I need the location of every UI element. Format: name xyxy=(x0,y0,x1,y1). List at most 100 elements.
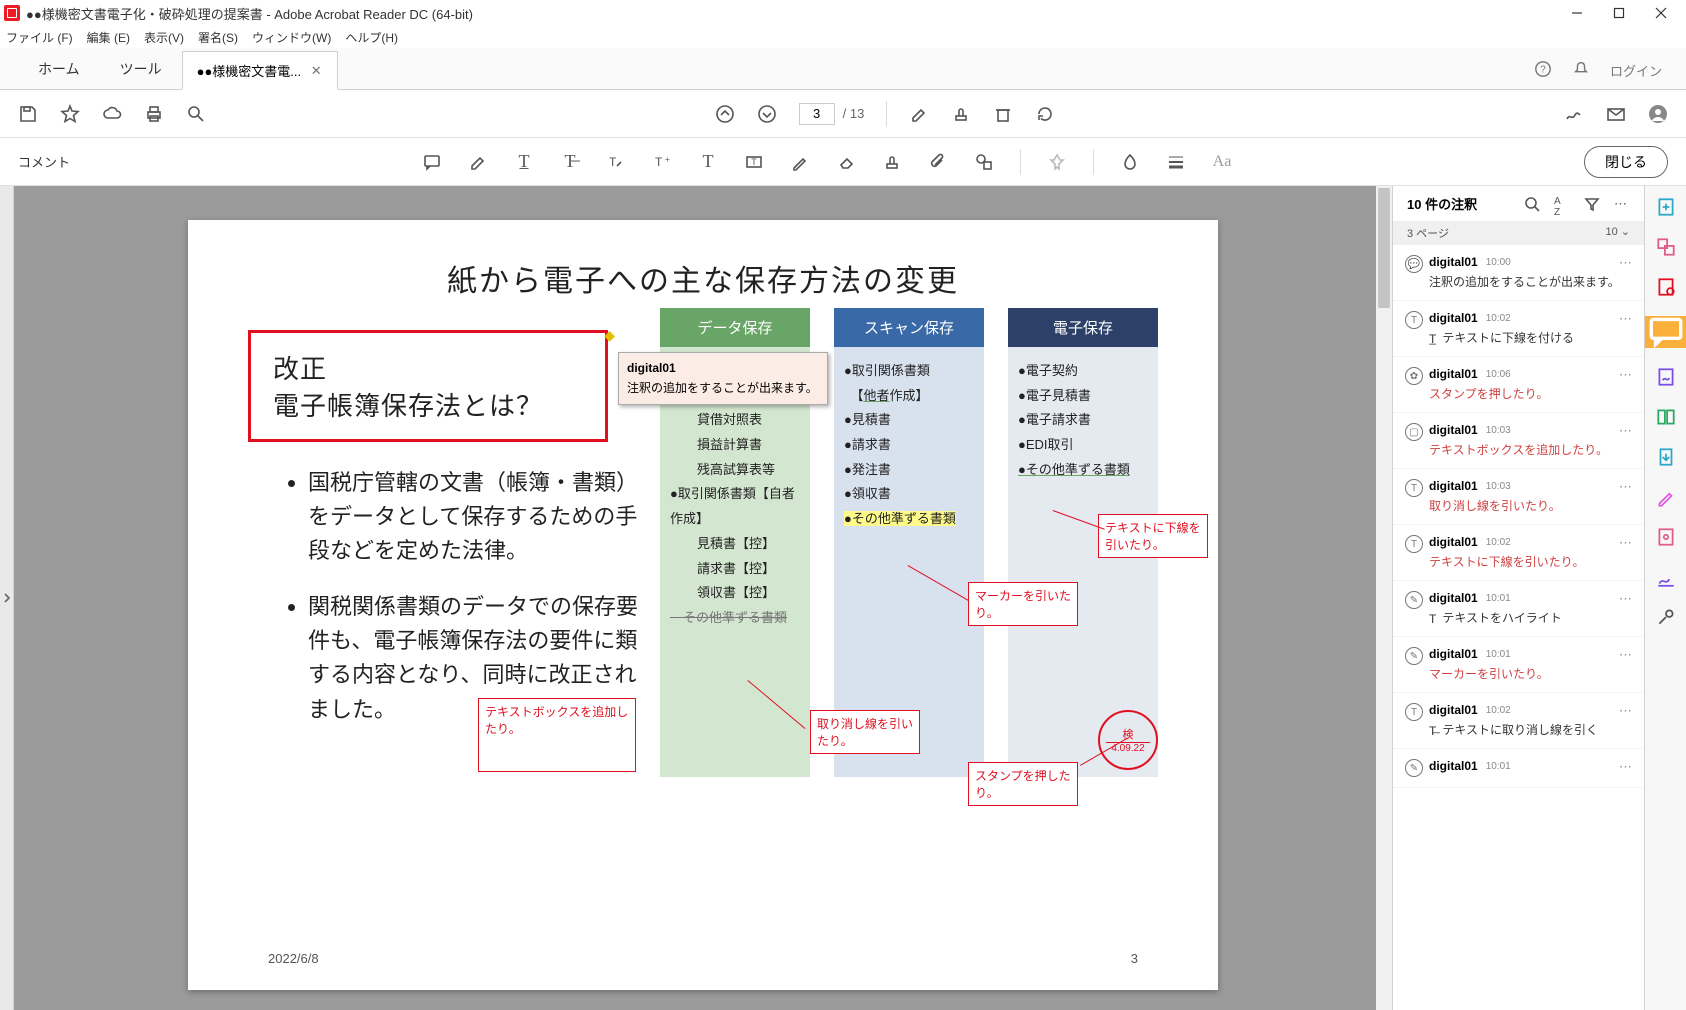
highlight-annotation[interactable]: ●その他準ずる書類 xyxy=(844,511,956,526)
comment-more-icon[interactable]: ⋯ xyxy=(1619,311,1632,327)
sort-icon[interactable]: AZ xyxy=(1554,196,1570,212)
print-icon[interactable] xyxy=(144,104,164,124)
insert-text-icon[interactable]: T+ xyxy=(652,152,672,172)
comment-more-icon[interactable]: ⋯ xyxy=(1619,479,1632,495)
underline-tool-icon[interactable]: T̲ xyxy=(514,152,534,172)
strike-tool-icon[interactable]: T̶ xyxy=(560,152,580,172)
comment-more-icon[interactable]: ⋯ xyxy=(1619,591,1632,607)
stamp-tool-icon[interactable] xyxy=(882,152,902,172)
comment-item[interactable]: 💬digital0110:00⋯注釈の追加をすることが出来ます。 xyxy=(1393,245,1644,301)
comment-item[interactable]: Tdigital0110:03⋯取り消し線を引いたり。 xyxy=(1393,469,1644,525)
ann-textbox[interactable]: テキストボックスを追加したり。 xyxy=(478,698,636,772)
close-comment-button[interactable]: 閉じる xyxy=(1584,146,1668,178)
comment-more-icon[interactable]: ⋯ xyxy=(1619,423,1632,439)
page-down-icon[interactable] xyxy=(757,104,777,124)
ann-stamp[interactable]: スタンプを押したり。 xyxy=(968,762,1078,806)
maximize-button[interactable] xyxy=(1598,0,1640,26)
rotate-icon[interactable] xyxy=(1035,104,1055,124)
text-tool-icon[interactable]: T xyxy=(698,152,718,172)
mail-icon[interactable] xyxy=(1606,104,1626,124)
close-button[interactable] xyxy=(1640,0,1682,26)
textbox-annotation-main[interactable]: 改正 電子帳簿保存法とは？ ◆ xyxy=(248,330,608,442)
underline-annotation[interactable]: 他者 xyxy=(864,388,890,403)
menu-item[interactable]: 編集 (E) xyxy=(87,29,130,46)
combine-icon[interactable] xyxy=(1655,236,1677,258)
comment-more-icon[interactable]: ⋯ xyxy=(1619,535,1632,551)
note-icon[interactable] xyxy=(422,152,442,172)
account-icon[interactable] xyxy=(1648,104,1668,124)
tab-home[interactable]: ホーム xyxy=(18,49,100,89)
comment-more-icon[interactable]: ⋯ xyxy=(1619,703,1632,719)
help-icon[interactable]: ? xyxy=(1534,60,1552,81)
comment-item[interactable]: Tdigital0110:02⋯T̶テキストに取り消し線を引く xyxy=(1393,693,1644,749)
highlight-tool-icon[interactable] xyxy=(468,152,488,172)
lineweight-icon[interactable] xyxy=(1166,152,1186,172)
comment-item[interactable]: Tdigital0110:02⋯テキストに下線を引いたり。 xyxy=(1393,525,1644,581)
sticky-note-popup[interactable]: digital01 注釈の追加をすることが出来ます。 xyxy=(618,352,828,405)
minimize-button[interactable] xyxy=(1556,0,1598,26)
create-pdf-icon[interactable] xyxy=(1655,196,1677,218)
protect-icon[interactable] xyxy=(1655,526,1677,548)
ann-marker[interactable]: マーカーを引いたり。 xyxy=(968,582,1078,626)
comment-more-icon[interactable]: ⋯ xyxy=(1619,647,1632,663)
comment-item[interactable]: ✎digital0110:01⋯ xyxy=(1393,749,1644,788)
delete-icon[interactable] xyxy=(993,104,1013,124)
edit-pdf-icon[interactable] xyxy=(1655,276,1677,298)
more-icon[interactable]: ⋯ xyxy=(1614,196,1630,212)
document-viewer[interactable]: 紙から電子への主な保存方法の変更 改正 電子帳簿保存法とは？ ◆ 国税庁管轄の文… xyxy=(14,186,1392,1010)
menu-item[interactable]: 署名(S) xyxy=(198,29,238,46)
login-link[interactable]: ログイン xyxy=(1610,61,1662,80)
viewer-scrollbar[interactable] xyxy=(1376,186,1392,1010)
font-icon[interactable]: Aa xyxy=(1212,152,1232,172)
bell-icon[interactable] xyxy=(1572,60,1590,81)
page-input[interactable] xyxy=(799,103,835,125)
comment-more-icon[interactable]: ⋯ xyxy=(1619,255,1632,271)
ann-strike[interactable]: 取り消し線を引いたり。 xyxy=(810,710,920,754)
sign-icon[interactable] xyxy=(1564,104,1584,124)
note-marker-icon[interactable]: ◆ xyxy=(604,327,615,344)
replace-text-icon[interactable]: T xyxy=(606,152,626,172)
comment-tool-icon[interactable] xyxy=(1645,316,1686,348)
ann-underline[interactable]: テキストに下線を引いたり。 xyxy=(1098,514,1208,558)
textbox-tool-icon[interactable]: T xyxy=(744,152,764,172)
menu-item[interactable]: 表示(V) xyxy=(144,29,184,46)
comments-list[interactable]: 💬digital0110:00⋯注釈の追加をすることが出来ます。Tdigital… xyxy=(1393,245,1644,1010)
star-icon[interactable] xyxy=(60,104,80,124)
stamp-annotation[interactable]: 検 4.09.22 xyxy=(1098,710,1158,770)
search-icon[interactable] xyxy=(1524,196,1540,212)
attach-tool-icon[interactable] xyxy=(928,152,948,172)
tab-document[interactable]: ●●様機密文書電... ✕ xyxy=(182,51,339,90)
menu-item[interactable]: ウィンドウ(W) xyxy=(252,29,331,46)
comment-item[interactable]: ▢digital0110:03⋯テキストボックスを追加したり。 xyxy=(1393,413,1644,469)
organize-icon[interactable] xyxy=(1655,406,1677,428)
export-icon[interactable] xyxy=(1655,446,1677,468)
pencil-tool-icon[interactable] xyxy=(790,152,810,172)
tab-close-icon[interactable]: ✕ xyxy=(309,64,323,78)
compress-icon[interactable] xyxy=(1655,566,1677,588)
fill-sign-icon[interactable] xyxy=(1655,366,1677,388)
tab-tool[interactable]: ツール xyxy=(100,49,182,89)
comment-item[interactable]: ✿digital0110:06⋯スタンプを押したり。 xyxy=(1393,357,1644,413)
comments-section-header[interactable]: 3 ページ 10 ⌄ xyxy=(1393,221,1644,245)
page-up-icon[interactable] xyxy=(715,104,735,124)
comment-more-icon[interactable]: ⋯ xyxy=(1619,367,1632,383)
comment-item[interactable]: ✎digital0110:01⋯Tテキストをハイライト xyxy=(1393,581,1644,637)
highlight-icon[interactable] xyxy=(909,104,929,124)
underline-annotation[interactable]: ●その他準ずる書類 xyxy=(1018,462,1130,477)
eraser-tool-icon[interactable] xyxy=(836,152,856,172)
zoom-icon[interactable] xyxy=(186,104,206,124)
pin-icon[interactable] xyxy=(1047,152,1067,172)
color-icon[interactable] xyxy=(1120,152,1140,172)
left-panel-toggle[interactable] xyxy=(0,186,14,1010)
cloud-icon[interactable] xyxy=(102,104,122,124)
comment-more-icon[interactable]: ⋯ xyxy=(1619,759,1632,775)
comment-item[interactable]: Tdigital0110:02⋯T̲テキストに下線を付ける xyxy=(1393,301,1644,357)
stamp-icon[interactable] xyxy=(951,104,971,124)
more-tools-icon[interactable] xyxy=(1655,606,1677,628)
strikethrough-annotation[interactable]: その他準ずる書類 xyxy=(670,606,800,631)
menu-item[interactable]: ファイル (F) xyxy=(6,29,73,46)
shapes-tool-icon[interactable] xyxy=(974,152,994,172)
filter-icon[interactable] xyxy=(1584,196,1600,212)
menu-item[interactable]: ヘルプ(H) xyxy=(345,29,398,46)
save-icon[interactable] xyxy=(18,104,38,124)
